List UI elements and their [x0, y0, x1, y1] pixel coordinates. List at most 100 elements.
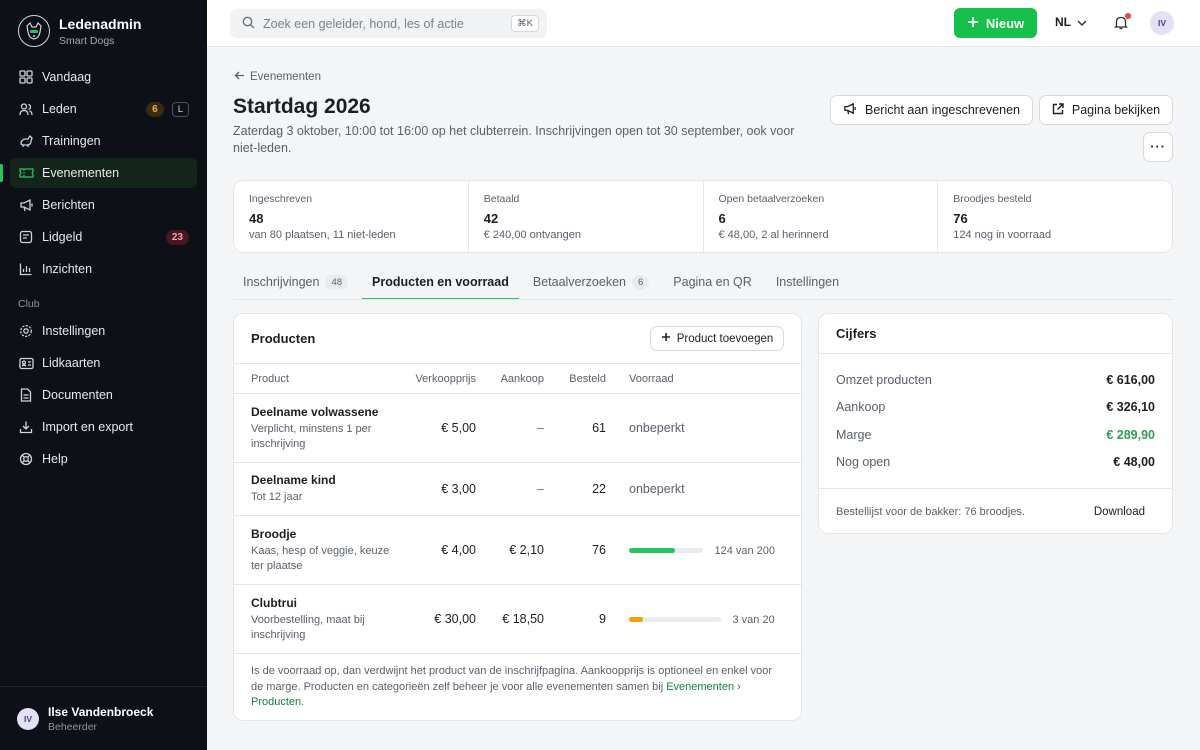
dog-logo-icon — [18, 15, 50, 47]
column-header: Verkoopprijs — [396, 363, 476, 394]
count-badge: 23 — [165, 229, 189, 245]
avatar[interactable]: IV — [1150, 11, 1174, 35]
tab-divider — [233, 299, 1173, 300]
stat-sandwiches: Broodjes besteld 76 124 nog in voorraad — [938, 181, 1172, 252]
count-badge: 6 — [146, 101, 164, 117]
tab-label: Betaalverzoeken — [532, 275, 626, 289]
sidebar-item-label: Trainingen — [42, 134, 101, 148]
download-button[interactable]: Download — [1094, 506, 1145, 518]
add-product-button[interactable]: Product toevoegen — [650, 326, 784, 351]
sidebar-item-label: Instellingen — [42, 324, 106, 338]
search-shortcut: ⌘K — [511, 15, 539, 32]
stat-open-requests: Open betaalverzoeken 6 € 48,00, 2 al her… — [704, 181, 939, 252]
download-icon — [18, 419, 34, 435]
product-ordered: 61 — [544, 393, 606, 463]
tab-inschrijvingen[interactable]: Inschrijvingen 48 — [233, 265, 358, 299]
sidebar-item-lidgeld[interactable]: Lidgeld 23 — [10, 222, 197, 252]
product-desc: Tot 12 jaar — [251, 491, 303, 503]
stat-label: Ingeschreven — [249, 193, 313, 205]
figure-row: Marge € 289,90 — [836, 421, 1155, 449]
figure-label: Omzet producten — [836, 372, 932, 387]
sidebar: Ledenadmin Smart Dogs Vandaag Leden 6 L … — [0, 0, 207, 750]
stat-sub: € 48,00, 2 al herinnerd — [718, 229, 829, 241]
figure-label: Nog open — [836, 455, 891, 470]
sidebar-item-documenten[interactable]: Documenten — [10, 380, 197, 410]
product-stock: onbeperkt — [606, 393, 801, 463]
sidebar-item-instellingen[interactable]: Instellingen — [10, 316, 197, 346]
tab-label: Instellingen — [775, 275, 840, 289]
page-subtitle: Zaterdag 3 oktober, 10:00 tot 16:00 op h… — [233, 124, 795, 155]
plus-icon — [967, 16, 979, 31]
sidebar-item-leden[interactable]: Leden 6 L — [10, 94, 197, 124]
sidebar-item-label: Inzichten — [42, 262, 93, 276]
tab-count: 6 — [631, 275, 650, 290]
table-row[interactable]: Deelname kind Tot 12 jaar € 3,00 – 22 onb… — [234, 462, 801, 516]
tab-instellingen[interactable]: Instellingen — [766, 265, 849, 299]
notifications-button[interactable] — [1113, 13, 1131, 33]
shortcut-badge: L — [171, 101, 189, 117]
sidebar-item-berichten[interactable]: Berichten — [10, 190, 197, 220]
arrow-left-icon — [234, 71, 245, 83]
column-header: Besteld — [544, 363, 606, 394]
sidebar-item-label: Lidgeld — [42, 230, 83, 244]
tab-bar: Inschrijvingen 48 Producten en voorraad … — [233, 265, 1173, 300]
view-page-button[interactable]: Pagina bekijken — [1039, 95, 1173, 125]
sidebar-item-label: Evenementen — [42, 166, 120, 180]
stat-sub: van 80 plaatsen, 11 niet-leden — [249, 229, 396, 241]
search-icon — [242, 16, 255, 32]
product-cost: – — [476, 393, 544, 463]
stat-value: 42 — [483, 211, 499, 226]
chevron-down-icon — [1077, 15, 1087, 29]
bar-chart-icon — [18, 261, 34, 277]
stat-label: Betaald — [483, 193, 520, 205]
stat-sub: € 240,00 ontvangen — [483, 229, 582, 241]
sidebar-item-label: Documenten — [42, 388, 113, 402]
more-actions-button[interactable]: ··· — [1143, 132, 1173, 162]
product-desc: Kaas, hesp of veggie, keuze ter plaatse — [251, 544, 390, 572]
product-ordered: 22 — [544, 462, 606, 516]
language-select[interactable]: NL — [1055, 15, 1087, 29]
user-name: Ilse Vandenbroeck — [48, 704, 154, 719]
search-box[interactable]: ⌘K — [230, 9, 547, 38]
sidebar-item-inzichten[interactable]: Inzichten — [10, 254, 197, 284]
page-title: Startdag 2026 — [233, 95, 371, 118]
sidebar-item-vandaag[interactable]: Vandaag — [10, 62, 197, 92]
club-nav: Instellingen Lidkaarten Documenten Impor… — [0, 316, 207, 474]
table-header-row: Product Verkoopprijs Aankoop Besteld Voo… — [234, 363, 801, 394]
tab-betaalverzoeken[interactable]: Betaalverzoeken 6 — [523, 265, 659, 299]
table-row[interactable]: Deelname volwassene Verplicht, minstens 1… — [234, 393, 801, 463]
avatar: IV — [17, 707, 39, 730]
sidebar-item-evenementen[interactable]: Evenementen — [0, 158, 197, 188]
table-row[interactable]: Broodje Kaas, hesp of veggie, keuze ter p… — [234, 515, 801, 585]
user-profile[interactable]: IV Ilse Vandenbroeck Beheerder — [0, 686, 207, 750]
wallet-icon — [18, 229, 34, 245]
table-row[interactable]: Clubtrui Voorbestelling, maat bij inschri… — [234, 584, 801, 654]
dog-icon — [18, 133, 34, 149]
footnote-end: . — [301, 696, 305, 708]
new-button[interactable]: Nieuw — [954, 8, 1037, 38]
sidebar-item-help[interactable]: Help — [10, 444, 197, 474]
brand[interactable]: Ledenadmin Smart Dogs — [0, 0, 207, 62]
products-card: Producten Product toevoegen Product Verk… — [233, 313, 802, 721]
sidebar-item-import-export[interactable]: Import en export — [10, 412, 197, 442]
button-label: Bericht aan ingeschrevenen — [865, 103, 1020, 117]
message-registrants-button[interactable]: Bericht aan ingeschrevenen — [830, 95, 1033, 125]
search-input[interactable] — [263, 16, 512, 31]
breadcrumb[interactable]: Evenementen — [234, 71, 321, 83]
tab-producten[interactable]: Producten en voorraad — [362, 265, 519, 300]
column-header: Aankoop — [476, 363, 544, 394]
tab-label: Pagina en QR — [673, 275, 752, 289]
button-label: Product toevoegen — [676, 332, 774, 345]
stats-bar: Ingeschreven 48 van 80 plaatsen, 11 niet… — [233, 180, 1173, 253]
column-header: Voorraad — [606, 363, 801, 394]
sidebar-item-trainingen[interactable]: Trainingen — [10, 126, 197, 156]
stat-sub: 124 nog in voorraad — [953, 229, 1052, 241]
tab-pagina-qr[interactable]: Pagina en QR — [663, 265, 762, 299]
sidebar-item-label: Berichten — [42, 198, 95, 212]
nav-section-label: Club — [18, 298, 40, 310]
new-button-label: Nieuw — [985, 15, 1025, 31]
sidebar-item-label: Import en export — [42, 420, 134, 434]
sidebar-item-lidkaarten[interactable]: Lidkaarten — [10, 348, 197, 378]
sidebar-item-label: Lidkaarten — [42, 356, 101, 370]
product-name: Clubtrui — [251, 595, 297, 610]
